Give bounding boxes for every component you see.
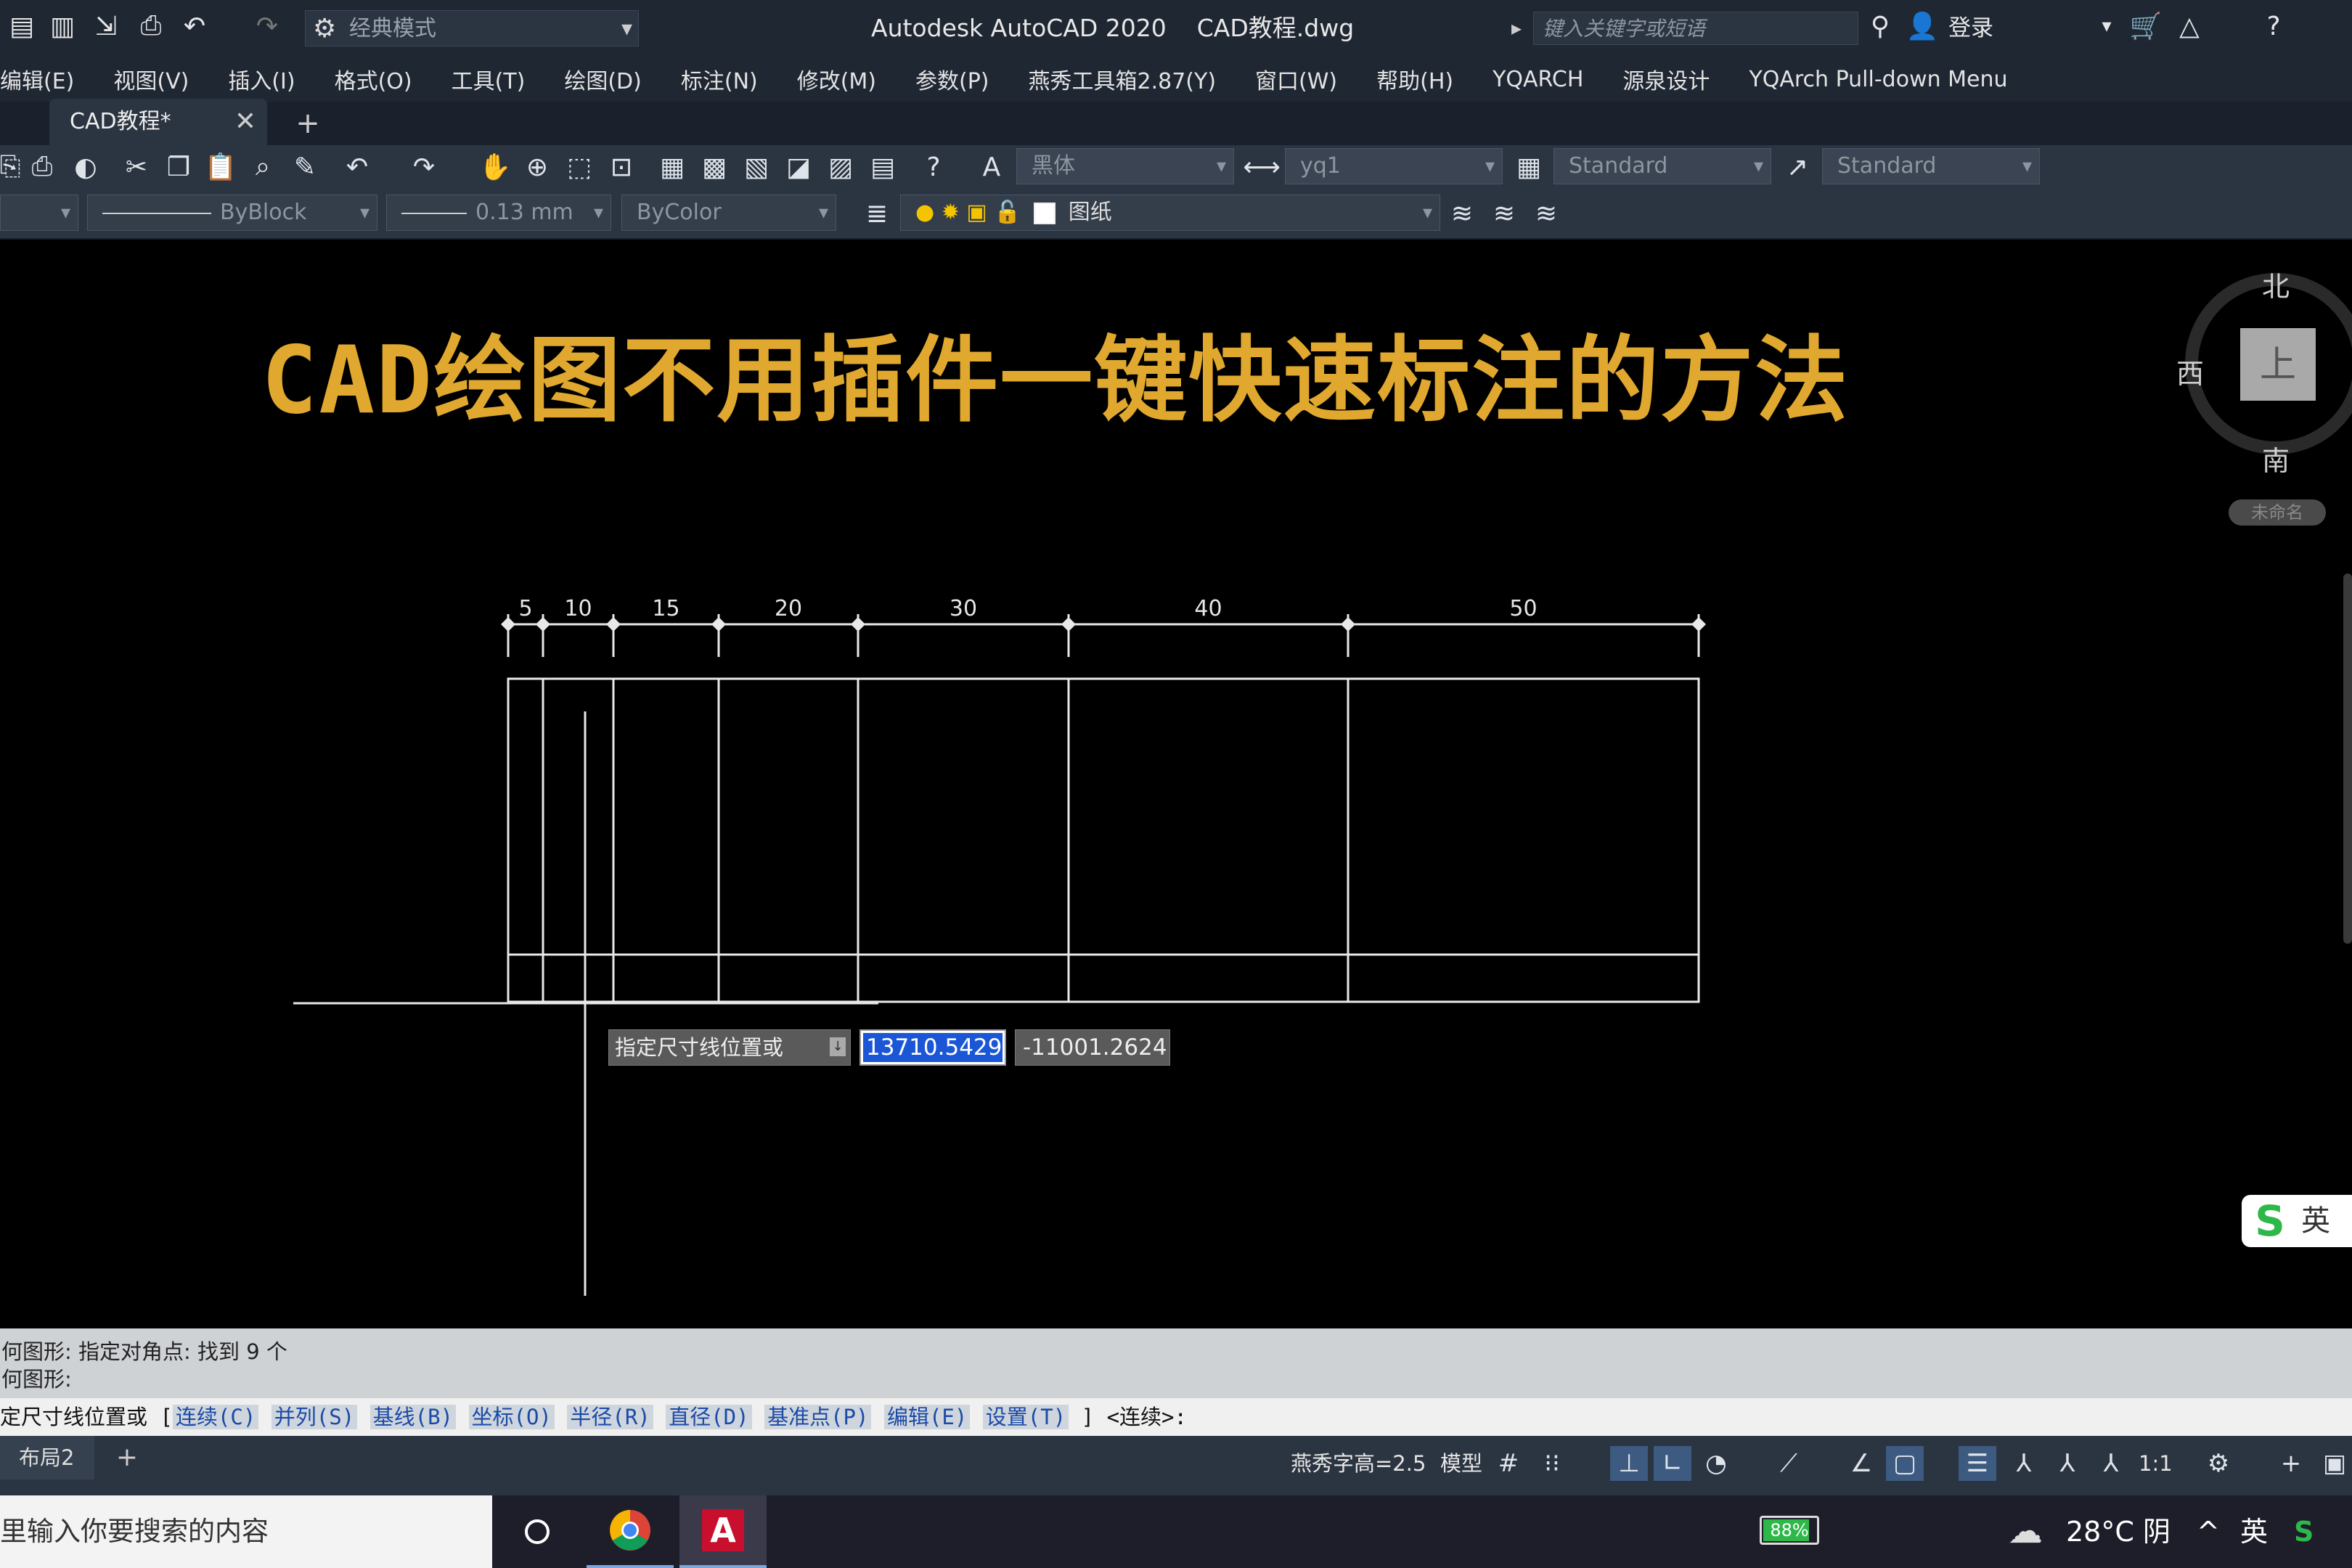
dynamic-input-y-field[interactable]: -11001.2624 bbox=[1015, 1029, 1170, 1066]
task-view-icon[interactable] bbox=[494, 1495, 581, 1568]
object-snap-icon[interactable]: ▢ bbox=[1886, 1446, 1924, 1481]
status-bar bbox=[0, 1436, 2352, 1495]
cloud-icon: ☁ bbox=[2008, 1511, 2043, 1551]
command-option-8[interactable]: 设置(T) bbox=[982, 1405, 1069, 1429]
compass-north[interactable]: 北 bbox=[2262, 264, 2290, 304]
customization-icon[interactable]: ▣ bbox=[2316, 1446, 2352, 1481]
dimension-label-0: 5 bbox=[518, 596, 532, 621]
plus-icon[interactable]: + bbox=[2272, 1446, 2310, 1481]
ortho-icon[interactable]: ∟ bbox=[1654, 1446, 1691, 1481]
annotation-scale-icon[interactable]: ⅄ bbox=[2092, 1446, 2130, 1481]
command-history-line-2: 何图形: bbox=[1, 1367, 72, 1392]
text-height-status[interactable]: 燕秀字高=2.5 bbox=[1291, 1446, 1426, 1481]
dimension-label-6: 50 bbox=[1509, 596, 1537, 621]
snap-icon[interactable]: ⁝⁝ bbox=[1533, 1446, 1571, 1481]
dimension-label-5: 40 bbox=[1194, 596, 1222, 621]
dynamic-input-x-field[interactable]: 13710.5429 bbox=[859, 1029, 1006, 1066]
command-option-1[interactable]: 并列(S) bbox=[271, 1405, 358, 1429]
dimension-label-3: 20 bbox=[775, 596, 802, 621]
dimension-labels: 5 10 15 20 30 40 50 bbox=[518, 596, 1537, 621]
drawing-outer-rect bbox=[507, 677, 1700, 1003]
dynamic-input-prompt-text: 指定尺寸线位置或 bbox=[615, 1035, 784, 1060]
battery-percent: 88% bbox=[1770, 1520, 1809, 1540]
drawing-verticals bbox=[542, 679, 1349, 1002]
grid-icon[interactable]: # bbox=[1490, 1446, 1527, 1481]
vertical-scrollbar[interactable] bbox=[2343, 573, 2352, 944]
tab-layout2[interactable]: 布局2 bbox=[0, 1436, 94, 1479]
dynamic-input-x-value: 13710.5429 bbox=[863, 1033, 1003, 1062]
dimension-tick-4 bbox=[851, 617, 865, 632]
command-prompt-prefix: 定尺寸线位置或 [ bbox=[0, 1405, 173, 1429]
auto-scale-icon[interactable]: ⅄ bbox=[2049, 1446, 2086, 1481]
command-option-2[interactable]: 基线(B) bbox=[369, 1405, 457, 1429]
dimension-tick-1 bbox=[536, 617, 550, 632]
dimension-tick-2 bbox=[606, 617, 621, 632]
dimension-label-4: 30 bbox=[950, 596, 977, 621]
command-prompt-suffix: ] <连续>: bbox=[1081, 1405, 1187, 1429]
command-option-7[interactable]: 编辑(E) bbox=[883, 1405, 971, 1429]
autocad-taskbar-icon[interactable]: A bbox=[679, 1495, 767, 1568]
chrome-icon[interactable] bbox=[587, 1495, 674, 1568]
windows-search-input[interactable]: 里输入你要搜索的内容 bbox=[0, 1495, 492, 1568]
command-line[interactable]: 定尺寸线位置或 [连续(C) 并列(S) 基线(B) 坐标(O) 半径(R) 直… bbox=[0, 1398, 2352, 1436]
weather-text[interactable]: 28°C 阴 bbox=[2066, 1495, 2171, 1568]
tray-ime-label[interactable]: 英 bbox=[2240, 1495, 2268, 1568]
dimension-tick-5 bbox=[1061, 617, 1076, 632]
gear-icon[interactable]: ⚙ bbox=[2200, 1446, 2237, 1481]
isodraft-icon[interactable]: ⟋ bbox=[1770, 1446, 1808, 1481]
command-option-0[interactable]: 连续(C) bbox=[172, 1405, 259, 1429]
command-history: 何图形: 指定对角点: 找到 9 个 何图形: bbox=[0, 1328, 2352, 1398]
model-space-button[interactable]: 模型 bbox=[1440, 1446, 1482, 1481]
command-option-6[interactable]: 基准点(P) bbox=[764, 1405, 872, 1429]
object-snap-tracking-icon[interactable]: ∠ bbox=[1842, 1446, 1880, 1481]
ucs-menu-dropdown[interactable]: 未命名 bbox=[2229, 499, 2326, 526]
dimension-tick-7 bbox=[1691, 617, 1706, 632]
polar-tracking-icon[interactable]: ◔ bbox=[1697, 1446, 1735, 1481]
dimension-tick-3 bbox=[711, 617, 726, 632]
ime-language-label[interactable]: 英 bbox=[2301, 1199, 2330, 1243]
command-option-5[interactable]: 直径(D) bbox=[666, 1405, 752, 1429]
dimension-label-1: 10 bbox=[564, 596, 592, 621]
infer-constraints-icon[interactable]: ⊥ bbox=[1610, 1446, 1648, 1481]
dimension-tick-0 bbox=[501, 617, 515, 632]
dimension-tick-6 bbox=[1341, 617, 1355, 632]
chevron-up-icon[interactable]: ^ bbox=[2197, 1495, 2220, 1568]
dimension-label-2: 15 bbox=[652, 596, 679, 621]
sogou-ime-icon[interactable]: S bbox=[2246, 1199, 2294, 1243]
command-options: 连续(C) 并列(S) 基线(B) 坐标(O) 半径(R) 直径(D) 基准点(… bbox=[172, 1405, 1082, 1429]
command-history-line-1: 何图形: 指定对角点: 找到 9 个 bbox=[1, 1339, 287, 1364]
compass-south[interactable]: 南 bbox=[2262, 438, 2290, 478]
command-option-3[interactable]: 坐标(O) bbox=[468, 1405, 555, 1429]
viewcube-top-face[interactable]: 上 bbox=[2240, 328, 2316, 401]
add-layout-button[interactable]: + bbox=[109, 1436, 145, 1479]
options-arrow-icon[interactable]: ↓ bbox=[830, 1037, 846, 1056]
dynamic-input-prompt: 指定尺寸线位置或 ↓ bbox=[608, 1029, 851, 1066]
drawing-title-text[interactable]: CAD绘图不用插件一键快速标注的方法 bbox=[261, 305, 1849, 439]
command-option-4[interactable]: 半径(R) bbox=[567, 1405, 653, 1429]
sogou-tray-icon[interactable]: S bbox=[2294, 1495, 2314, 1568]
lineweight-icon[interactable]: ☰ bbox=[1959, 1446, 1996, 1481]
annotation-visibility-icon[interactable]: ⅄ bbox=[2005, 1446, 2043, 1481]
annotation-scale-value[interactable]: 1:1 bbox=[2139, 1446, 2173, 1481]
battery-indicator[interactable]: 88% bbox=[1760, 1516, 1819, 1545]
compass-west[interactable]: 西 bbox=[2176, 351, 2204, 391]
